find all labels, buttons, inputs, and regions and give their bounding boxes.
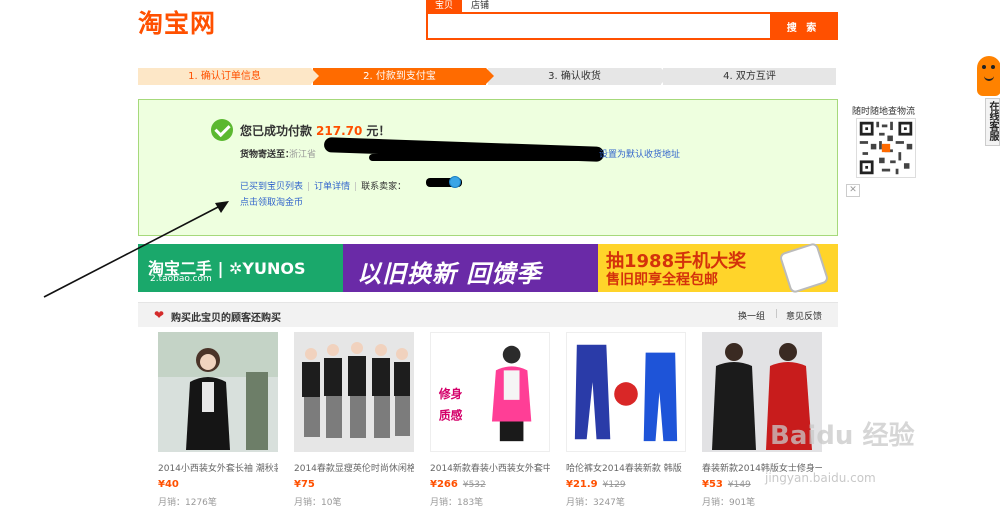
banner-headline: 以旧换新 回馈季 bbox=[357, 260, 542, 288]
banner-brand-block: 淘宝二手 | ✲YUNOS 2.taobao.com bbox=[138, 244, 343, 292]
ship-address: 浙江省 bbox=[289, 150, 317, 160]
order-links-row: 已买到宝贝列表 | 订单详情 | 联系卖家： bbox=[240, 179, 406, 192]
redaction-mark bbox=[369, 154, 589, 161]
success-message: 您已成功付款 217.70 元！ bbox=[240, 122, 390, 139]
customer-service-label: 在线客服 bbox=[985, 98, 1000, 146]
product-name[interactable]: 哈伦裤女2014春装新款 韩版 bbox=[566, 461, 686, 473]
step-pay-alipay: 2. 付款到支付宝 bbox=[313, 68, 494, 85]
search-bar: 搜 索 bbox=[426, 12, 838, 40]
tab-shops[interactable]: 店铺 bbox=[462, 0, 498, 12]
taobao-payment-success-page: 淘宝网 宝贝 店铺 搜 索 1. 确认订单信息 2. 付款到支付宝 3. 确认收… bbox=[0, 0, 1000, 509]
set-default-address-link[interactable]: 设置为默认收货地址 bbox=[599, 147, 680, 160]
success-prefix: 您已成功付款 bbox=[240, 124, 313, 138]
promo-banner[interactable]: 淘宝二手 | ✲YUNOS 2.taobao.com 以旧换新 回馈季 抽198… bbox=[138, 241, 838, 295]
banner-prize-block: 抽1988手机大奖 售旧即享全程包邮 bbox=[598, 241, 838, 295]
banner-headline-block: 以旧换新 回馈季 bbox=[343, 244, 598, 292]
product-price: ¥75 bbox=[294, 479, 315, 490]
success-suffix: 元！ bbox=[366, 124, 391, 138]
svg-text:修身: 修身 bbox=[438, 387, 463, 401]
product-name[interactable]: 2014春款显瘦英伦时尚休闲格 bbox=[294, 461, 414, 473]
banner-domain: 2.taobao.com bbox=[150, 274, 212, 284]
product-card[interactable]: 修身 质感 2014新款春装小西装女外套中 ¥266 ¥532 月销：183笔 bbox=[430, 332, 550, 508]
price-row: ¥75 bbox=[294, 479, 414, 491]
product-price: ¥53 bbox=[702, 479, 723, 490]
claim-coins-link[interactable]: 点击领取淘金币 bbox=[240, 195, 303, 208]
taobao-logo[interactable]: 淘宝网 bbox=[138, 4, 216, 40]
product-card[interactable]: 2014春款显瘦英伦时尚休闲格 ¥75 月销：10笔 bbox=[294, 332, 414, 508]
banner-subtitle: 售旧即享全程包邮 bbox=[606, 272, 718, 288]
product-sales: 月销：901笔 bbox=[702, 498, 756, 508]
order-detail-link[interactable]: 订单详情 bbox=[314, 182, 350, 192]
customer-service-widget[interactable]: 在线客服 bbox=[975, 56, 1000, 146]
product-image[interactable] bbox=[158, 332, 278, 452]
check-icon bbox=[211, 119, 233, 141]
qr-title: 随时随地查物流 bbox=[852, 107, 916, 117]
product-name[interactable]: 2014新款春装小西装女外套中 bbox=[430, 461, 550, 473]
product-name[interactable]: 2014小西装女外套长袖 潮秋装 bbox=[158, 461, 278, 473]
tab-items[interactable]: 宝贝 bbox=[426, 0, 463, 12]
qr-code-image bbox=[856, 118, 916, 178]
feedback-link[interactable]: 意见反馈 bbox=[786, 309, 822, 322]
search-input[interactable] bbox=[428, 14, 768, 38]
product-image[interactable] bbox=[566, 332, 686, 452]
search-button[interactable]: 搜 索 bbox=[770, 14, 836, 38]
contact-seller-label: 联系卖家： bbox=[361, 182, 407, 192]
ship-to-label: 货物寄送至： bbox=[240, 150, 295, 160]
mascot-icon bbox=[977, 56, 1000, 96]
price-row: ¥21.9 ¥129 bbox=[566, 479, 686, 491]
step-mutual-review: 4. 双方互评 bbox=[663, 68, 836, 85]
product-sales: 月销：3247笔 bbox=[566, 498, 625, 508]
recommend-title: 购买此宝贝的顾客还购买 bbox=[171, 313, 281, 324]
svg-text:质感: 质感 bbox=[439, 409, 463, 423]
search-tabs: 宝贝 店铺 bbox=[426, 0, 498, 12]
divider: | bbox=[775, 309, 779, 319]
step-confirm-order: 1. 确认订单信息 bbox=[138, 68, 319, 85]
order-progress-steps: 1. 确认订单信息 2. 付款到支付宝 3. 确认收货 4. 双方互评 bbox=[138, 68, 838, 85]
watermark: Baidu 经验 bbox=[770, 421, 915, 451]
product-orig-price: ¥129 bbox=[602, 480, 626, 490]
paid-amount: 217.70 bbox=[316, 124, 363, 138]
product-price: ¥21.9 bbox=[566, 479, 598, 490]
step-confirm-receipt: 3. 确认收货 bbox=[488, 68, 669, 85]
refresh-button[interactable]: 换一组 bbox=[738, 309, 765, 322]
product-image[interactable]: 修身 质感 bbox=[430, 332, 550, 452]
product-card[interactable]: 哈伦裤女2014春装新款 韩版 ¥21.9 ¥129 月销：3247笔 bbox=[566, 332, 686, 508]
product-sales: 月销：10笔 bbox=[294, 498, 342, 508]
phone-icon bbox=[778, 241, 830, 295]
product-sales: 月销：1276笔 bbox=[158, 498, 217, 508]
bought-items-link[interactable]: 已买到宝贝列表 bbox=[240, 182, 303, 192]
price-row: ¥40 bbox=[158, 479, 278, 491]
product-card[interactable]: 2014小西装女外套长袖 潮秋装 ¥40 月销：1276笔 bbox=[158, 332, 278, 508]
product-image[interactable] bbox=[294, 332, 414, 452]
divider: | bbox=[354, 182, 358, 192]
divider: | bbox=[307, 182, 311, 192]
product-price: ¥266 bbox=[430, 479, 458, 490]
product-orig-price: ¥532 bbox=[462, 480, 486, 490]
product-price: ¥40 bbox=[158, 479, 179, 490]
product-sales: 月销：183笔 bbox=[430, 498, 484, 508]
close-icon[interactable]: ✕ bbox=[846, 184, 860, 197]
product-orig-price: ¥149 bbox=[727, 480, 751, 490]
recommend-header: ❤ 购买此宝贝的顾客还购买 换一组 | 意见反馈 bbox=[138, 302, 838, 327]
price-row: ¥266 ¥532 bbox=[430, 479, 550, 491]
wangwang-chat-icon[interactable] bbox=[449, 176, 461, 188]
heart-icon: ❤ bbox=[154, 308, 165, 322]
payment-success-panel: 您已成功付款 217.70 元！ 货物寄送至： 浙江省 设置为默认收货地址 已买到宝… bbox=[138, 99, 838, 236]
watermark-url: jingyan.baidu.com bbox=[765, 471, 876, 485]
